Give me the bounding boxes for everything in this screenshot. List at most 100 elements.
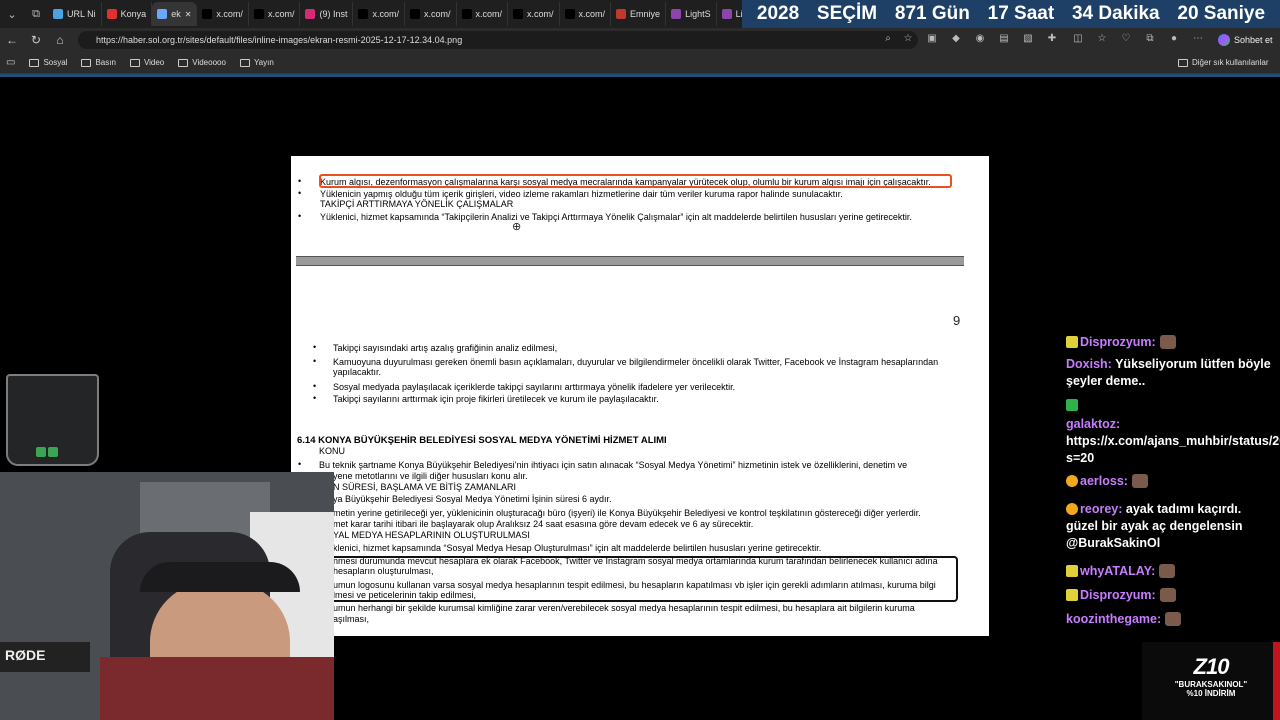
bookmark-folder[interactable]: Video: [129, 57, 164, 68]
bookmark-folder[interactable]: Yayın: [239, 57, 274, 68]
tab-label: x.com/: [527, 9, 554, 19]
favorite-star-icon[interactable]: ☆: [902, 33, 914, 45]
bullet-icon: •: [313, 381, 317, 391]
tab-favicon-icon: [253, 9, 264, 19]
browser-tab[interactable]: ek ✕: [152, 2, 198, 26]
tab-favicon-icon: [671, 9, 682, 19]
close-tab-icon[interactable]: ✕: [185, 10, 192, 19]
bookmark-label: Sosyal: [43, 58, 68, 67]
reading-list-icon[interactable]: ▭: [6, 57, 15, 68]
bullet-icon: •: [298, 188, 302, 198]
browser-tab[interactable]: x.com/: [457, 2, 509, 26]
chat-badge-icon: [1066, 336, 1078, 348]
address-bar[interactable]: https://haber.sol.org.tr/sites/default/f…: [78, 31, 918, 49]
home-icon[interactable]: ⌂: [48, 28, 72, 52]
copilot-chat-button[interactable]: Sohbet et: [1212, 31, 1279, 49]
extension-icon[interactable]: ▧: [1022, 33, 1034, 45]
profile-avatar-icon[interactable]: ●: [1168, 33, 1180, 45]
browser-tab[interactable]: URL Ni: [48, 2, 102, 26]
tab-search-chevron-icon[interactable]: ⌄: [0, 2, 24, 26]
chat-message: Disprozyum:: [1066, 334, 1276, 351]
screen: ⌄ ⧉ URL Ni Konya ek ✕ x.com/x.com/ (9) Inst x.…: [0, 0, 1280, 720]
chat-message: Disprozyum:: [1066, 587, 1276, 604]
favorites-icon[interactable]: ☆: [1096, 33, 1108, 45]
browser-tab[interactable]: Konya: [102, 2, 153, 26]
tab-favicon-icon: [564, 9, 575, 19]
split-screen-icon[interactable]: ◫: [1072, 33, 1084, 45]
section-line: Bu teknik şartname Konya Büyükşehir Bele…: [319, 460, 908, 470]
bullet-icon: •: [298, 459, 302, 469]
chat-badge-icon: [1066, 565, 1078, 577]
tab-favicon-icon: [305, 9, 316, 19]
chat-text: https://x.com/ajans_muhbir/status/200096…: [1066, 434, 1280, 465]
folder-icon: [129, 58, 140, 67]
bullet-icon: •: [313, 342, 317, 352]
chat-emote-icon: [1159, 564, 1176, 578]
chat-emote-icon: [1165, 612, 1182, 626]
other-bookmarks-label: Diğer sık kullanılanlar: [1192, 58, 1269, 67]
other-bookmarks-folder[interactable]: Diğer sık kullanılanlar: [1178, 58, 1268, 67]
orange-highlight-box: [319, 174, 952, 188]
bookmark-label: Videoooo: [192, 58, 226, 67]
tab-favicon-icon: [721, 9, 732, 19]
bookmark-label: Yayın: [253, 58, 274, 67]
tab-favicon-icon: [513, 9, 524, 19]
webcam-feed: RØDE: [0, 472, 334, 720]
follower-item: Takipçi sayısındaki artış azalış grafiği…: [333, 343, 558, 353]
countdown-days: 871 Gün: [894, 3, 970, 24]
follower-item: yapılacaktır.: [333, 367, 382, 377]
browser-tab[interactable]: x.com/: [197, 2, 249, 26]
chat-badge-icon: [1066, 475, 1078, 487]
tab-actions-icon[interactable]: ⧉: [24, 2, 48, 26]
tab-label: x.com/: [475, 9, 503, 19]
tab-label: LightS: [685, 9, 711, 19]
section-line: YAL MEDYA HESAPLARININ OLUŞTURULMASI: [333, 530, 530, 540]
zoom-icon[interactable]: ⌕: [882, 33, 894, 45]
sponsor-logo: Z10: [1193, 654, 1230, 679]
extensions-puzzle-icon[interactable]: ✚: [1046, 33, 1058, 45]
browser-tab[interactable]: LightS: [666, 2, 717, 26]
browser-tab[interactable]: x.com/: [249, 2, 301, 26]
red-flannel-shirt: [100, 657, 334, 720]
extension-icon[interactable]: ▣: [926, 33, 938, 45]
more-menu-icon[interactable]: ⋯: [1192, 33, 1204, 45]
extension-icon[interactable]: ◉: [974, 33, 986, 45]
tab-label: x.com/: [578, 9, 606, 19]
extension-icon[interactable]: ◆: [950, 33, 962, 45]
address-bar-url: https://haber.sol.org.tr/sites/default/f…: [96, 35, 463, 45]
folder-icon: [239, 58, 250, 67]
microphone-brand-label: RØDE: [5, 647, 46, 663]
tab-label: (9) Inst: [319, 9, 348, 19]
sponsor-code: "BURAKSAKINOL": [1174, 680, 1248, 689]
browser-tab[interactable]: x.com/: [405, 2, 457, 26]
chat-username: Doxish:: [1066, 357, 1112, 371]
tab-label: x.com/: [216, 9, 243, 19]
back-icon[interactable]: ←: [0, 28, 24, 52]
bookmark-folder[interactable]: Videoooo: [178, 57, 226, 68]
follower-item: Sosyal medyada paylaşılacak içeriklerde …: [333, 382, 736, 392]
chat-emote-icon: [1159, 335, 1176, 349]
chat-message: koozinthegame:: [1066, 611, 1276, 628]
section-line: ya Büyükşehir Belediyesi Sosyal Medya Yö…: [333, 494, 612, 504]
countdown-hours: 17 Saat: [987, 3, 1055, 24]
browser-tab[interactable]: x.com/: [508, 2, 560, 26]
browser-tab[interactable]: (9) Inst: [300, 2, 354, 26]
browser-tab[interactable]: Emniye: [611, 2, 667, 26]
chat-username: Disprozyum:: [1080, 335, 1156, 349]
bookmark-folder[interactable]: Basın: [81, 57, 116, 68]
tab-label: URL Ni: [67, 9, 96, 19]
reload-icon[interactable]: ↻: [24, 28, 48, 52]
bookmark-folder[interactable]: Sosyal: [29, 57, 67, 68]
collections-icon[interactable]: ⧉: [1144, 33, 1156, 45]
chat-message: aerloss:: [1066, 473, 1276, 490]
browser-essentials-icon[interactable]: ♡: [1120, 33, 1132, 45]
countdown-minutes: 34 Dakika: [1071, 3, 1160, 24]
tab-favicon-icon: [106, 9, 117, 19]
browser-tab[interactable]: x.com/: [560, 2, 612, 26]
extension-icon[interactable]: ▤: [998, 33, 1010, 45]
emote-icon: [1066, 399, 1078, 411]
browser-tab[interactable]: x.com/: [353, 2, 405, 26]
chat-emote-icon: [1131, 474, 1148, 488]
chat-badge-icon: [1066, 589, 1078, 601]
chat-username: Disprozyum:: [1080, 588, 1156, 602]
